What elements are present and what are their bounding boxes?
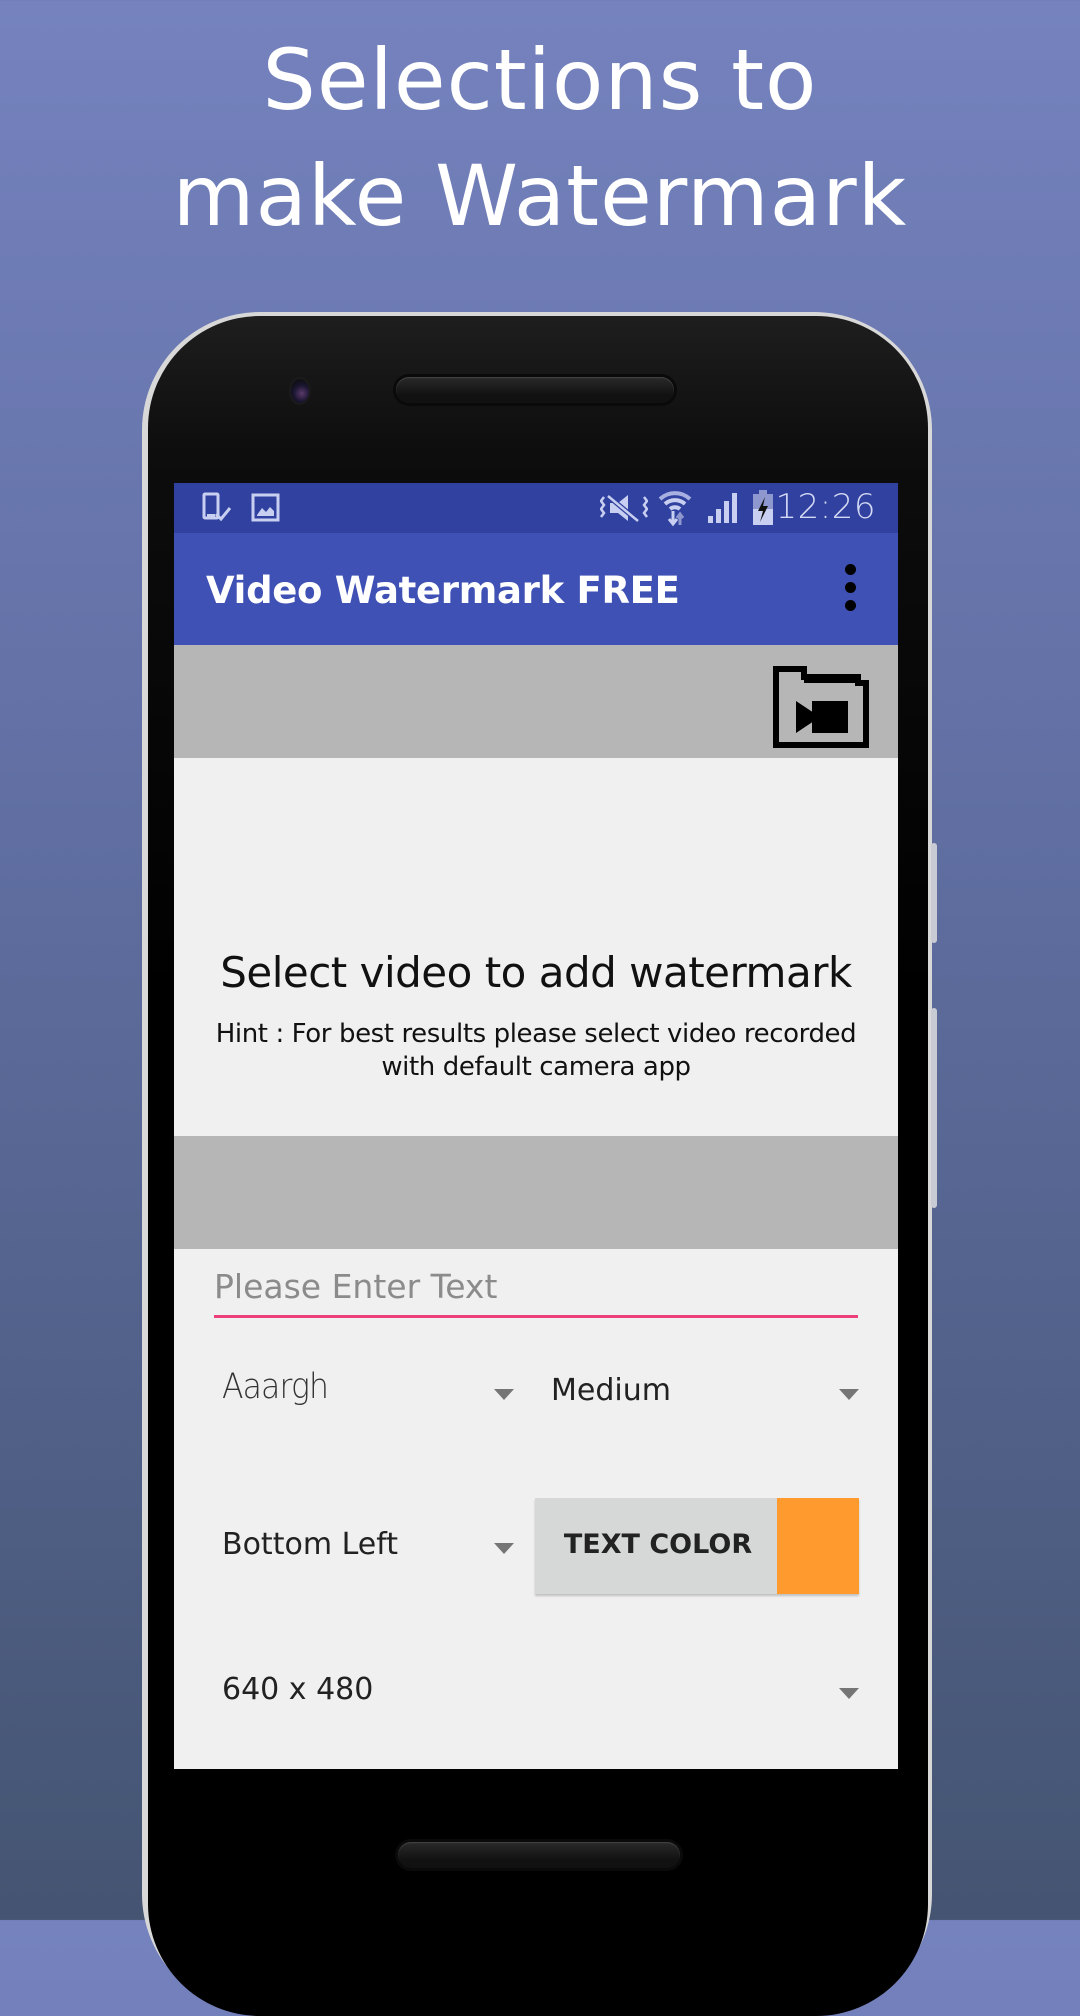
screenshot-saved-icon [201, 492, 233, 529]
app-title: Video Watermark FREE [206, 569, 680, 612]
font-spinner-value: Aaargh [222, 1367, 329, 1407]
more-vert-icon-dot [845, 582, 856, 593]
vibrate-mute-icon [599, 493, 649, 528]
bottom-speaker [398, 1842, 680, 1868]
dropdown-arrow-icon [494, 1543, 514, 1554]
size-spinner[interactable]: Medium [543, 1347, 859, 1437]
position-spinner[interactable]: Bottom Left [214, 1501, 514, 1591]
font-spinner[interactable]: Aaargh [214, 1347, 514, 1437]
more-vert-icon [845, 564, 856, 575]
resolution-spinner[interactable]: 640 x 480 [214, 1646, 859, 1736]
text-color-swatch [777, 1498, 859, 1594]
video-header-band [174, 645, 898, 758]
headline-line-1: Selections to [262, 31, 818, 129]
dropdown-arrow-icon [494, 1389, 514, 1400]
headline-line-2: make Watermark [172, 147, 908, 245]
more-vert-icon-dot [845, 600, 856, 611]
size-spinner-value: Medium [551, 1373, 671, 1408]
text-color-button[interactable]: TEXT COLOR [535, 1498, 859, 1594]
watermark-options-form: Aaargh Medium Bottom Left TEXT COLOR 640… [174, 1249, 898, 1769]
phone-power-button [931, 843, 937, 943]
video-folder-icon [773, 666, 869, 748]
select-video-hint: Hint : For best results please select vi… [215, 1019, 857, 1082]
earpiece-speaker [396, 377, 674, 403]
image-notification-icon [251, 492, 281, 529]
battery-charging-icon [752, 490, 774, 531]
more-options-button[interactable] [842, 564, 858, 612]
resolution-spinner-value: 640 x 480 [222, 1672, 374, 1707]
position-spinner-value: Bottom Left [222, 1527, 399, 1562]
front-camera [291, 379, 309, 403]
watermark-text-input[interactable] [214, 1257, 858, 1318]
promo-headline: Selections to make Watermark [0, 22, 1080, 254]
app-toolbar: Video Watermark FREE [174, 533, 898, 645]
select-video-title: Select video to add watermark [220, 948, 852, 997]
cell-signal-icon [706, 492, 740, 529]
text-color-label: TEXT COLOR [563, 1529, 753, 1560]
status-bar: 12:26 [174, 483, 898, 533]
wifi-icon [658, 489, 692, 532]
dropdown-arrow-icon [839, 1688, 859, 1699]
dropdown-arrow-icon [839, 1389, 859, 1400]
video-footer-band [174, 1136, 898, 1249]
phone-volume-button [931, 1008, 937, 1208]
status-time: 12:26 [775, 487, 876, 527]
phone-screen: 12:26 Video Watermark FREE Select video … [174, 483, 898, 1769]
video-preview-area[interactable]: Select video to add watermark Hint : For… [174, 758, 898, 1136]
select-video-button[interactable] [772, 665, 870, 749]
